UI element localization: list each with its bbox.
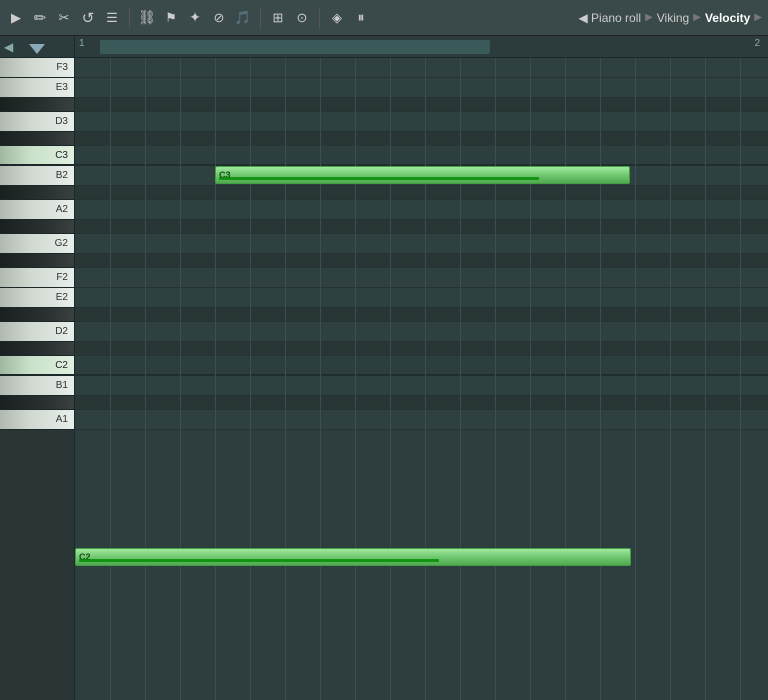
grid-row-e2	[75, 288, 768, 308]
piano-key-bb2[interactable]	[0, 186, 74, 200]
piano-key-a2[interactable]: A2	[0, 200, 74, 220]
cut-icon[interactable]: ✂	[54, 8, 74, 28]
grid-row-a2	[75, 200, 768, 220]
flag-icon[interactable]: ⚑	[161, 8, 181, 28]
piano-key-e3[interactable]: E3	[0, 78, 74, 98]
pause-icon[interactable]: ⏸	[351, 8, 371, 28]
piano-key-f2[interactable]: F2	[0, 268, 74, 288]
piano-key-c3[interactable]: C3	[0, 146, 74, 166]
breadcrumb-velocity: Velocity	[705, 11, 750, 25]
grid-row-eb3	[75, 98, 768, 112]
breadcrumb: ◀ Piano roll ▶ Viking ▶ Velocity ▶	[578, 11, 762, 25]
timeline-ruler[interactable]: 1 2	[75, 36, 768, 58]
note-c2-label: C2	[79, 552, 91, 562]
speaker-icon[interactable]: ◈	[327, 8, 347, 28]
main-area: F3 E3 D3 C3 B2 A2 G2 F2 E2 D2 C2	[0, 58, 768, 700]
grid-row-ab2	[75, 220, 768, 234]
corner-back-arrow[interactable]: ◀	[4, 40, 13, 54]
note-c3[interactable]: C3	[215, 166, 630, 184]
piano-key-c2[interactable]: C2	[0, 356, 74, 376]
piano-key-b1[interactable]: B1	[0, 376, 74, 396]
grid-row-d3	[75, 112, 768, 132]
mic-icon[interactable]: 🎵	[233, 8, 253, 28]
star-icon[interactable]: ✦	[185, 8, 205, 28]
separator-3	[319, 8, 320, 28]
piano-key-eb3[interactable]	[0, 98, 74, 112]
circle-slash-icon[interactable]: ⊘	[209, 8, 229, 28]
menu-icon[interactable]: ☰	[102, 8, 122, 28]
note-c3-velocity-bar	[219, 177, 539, 180]
grid-row-a1	[75, 410, 768, 430]
breadcrumb-arrow-1: ▶	[645, 12, 653, 23]
breadcrumb-arrow-2: ▶	[693, 12, 701, 23]
breadcrumb-instrument: Viking	[657, 11, 689, 25]
zoom-icon[interactable]: ⊙	[292, 8, 312, 28]
grid-row-db2	[75, 342, 768, 356]
toolbar: ▶ ✏ ✂ ↺ ☰ ⛓ ⚑ ✦ ⊘ 🎵 ⊞ ⊙ ◈ ⏸ ◀ Piano roll…	[0, 0, 768, 36]
grid-row-gb2	[75, 254, 768, 268]
grid-row-b1	[75, 376, 768, 396]
piano-key-b2[interactable]: B2	[0, 166, 74, 186]
grid-row-eb2	[75, 308, 768, 322]
timeline-mark-1: 1	[79, 38, 85, 49]
loop-icon[interactable]: ↺	[78, 8, 98, 28]
piano-key-d2[interactable]: D2	[0, 322, 74, 342]
pointer-icon[interactable]: ▶	[6, 8, 26, 28]
grid-row-c3	[75, 146, 768, 166]
piano-key-eb2[interactable]	[0, 308, 74, 322]
grid-row-f2	[75, 268, 768, 288]
note-c2[interactable]: C2	[75, 548, 631, 566]
corner-piece: ◀	[0, 36, 75, 58]
grid-container[interactable]: C3 C2	[75, 58, 768, 700]
grid-row-g2	[75, 234, 768, 254]
corner-triangle	[29, 44, 45, 54]
note-c3-label: C3	[219, 170, 231, 180]
grid-icon[interactable]: ⊞	[268, 8, 288, 28]
header-row: ◀ 1 2	[0, 36, 768, 58]
piano-key-a1[interactable]: A1	[0, 410, 74, 430]
piano-key-g2[interactable]: G2	[0, 234, 74, 254]
piano-key-d3[interactable]: D3	[0, 112, 74, 132]
grid-row-e3	[75, 78, 768, 98]
grid-row-c2	[75, 356, 768, 376]
timeline-scrollbar[interactable]	[100, 40, 490, 54]
grid-row-db3	[75, 132, 768, 146]
piano-key-gb2[interactable]	[0, 254, 74, 268]
grid-row-d2	[75, 322, 768, 342]
note-c2-velocity-bar	[79, 559, 439, 562]
timeline-mark-2: 2	[754, 38, 760, 49]
piano-key-bb1[interactable]	[0, 396, 74, 410]
breadcrumb-piano-roll: ◀ Piano roll	[578, 11, 641, 25]
piano-key-ab2[interactable]	[0, 220, 74, 234]
piano-key-e2[interactable]: E2	[0, 288, 74, 308]
piano-key-db2[interactable]	[0, 342, 74, 356]
piano-key-f3[interactable]: F3	[0, 58, 74, 78]
link-icon[interactable]: ⛓	[137, 8, 157, 28]
piano-roll-grid: C3 C2	[75, 58, 768, 700]
pencil-icon[interactable]: ✏	[30, 8, 50, 28]
separator-2	[260, 8, 261, 28]
grid-row-bb2	[75, 186, 768, 200]
piano-keyboard: F3 E3 D3 C3 B2 A2 G2 F2 E2 D2 C2	[0, 58, 75, 700]
separator-1	[129, 8, 130, 28]
grid-row-f3	[75, 58, 768, 78]
grid-row-bb1	[75, 396, 768, 410]
piano-key-db3[interactable]	[0, 132, 74, 146]
breadcrumb-arrow-3: ▶	[754, 12, 762, 23]
